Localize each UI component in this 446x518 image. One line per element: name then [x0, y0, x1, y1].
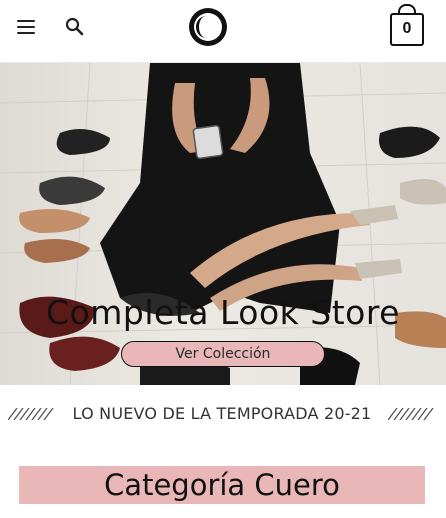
- category-banner[interactable]: Categoría Cuero: [19, 466, 425, 504]
- category-title: Categoría Cuero: [104, 468, 340, 502]
- hatch-decoration-left: [8, 408, 54, 420]
- hamburger-menu-icon[interactable]: [17, 20, 35, 34]
- store-logo[interactable]: [189, 8, 227, 46]
- hero-photo: [0, 63, 446, 385]
- hatch-decoration-right: [388, 408, 434, 420]
- season-banner: LO NUEVO DE LA TEMPORADA 20-21: [0, 398, 446, 432]
- season-heading: LO NUEVO DE LA TEMPORADA 20-21: [72, 404, 372, 423]
- cart-count-badge: 0: [402, 20, 412, 37]
- search-icon[interactable]: [64, 16, 86, 38]
- moon-icon: [196, 16, 216, 38]
- shopping-bag-icon[interactable]: 0: [388, 4, 426, 46]
- hero-banner: Completa Look Store Ver Colección: [0, 63, 446, 385]
- hero-title: Completa Look Store: [46, 293, 400, 332]
- site-header: 0: [0, 0, 446, 63]
- view-collection-button[interactable]: Ver Colección: [121, 341, 325, 367]
